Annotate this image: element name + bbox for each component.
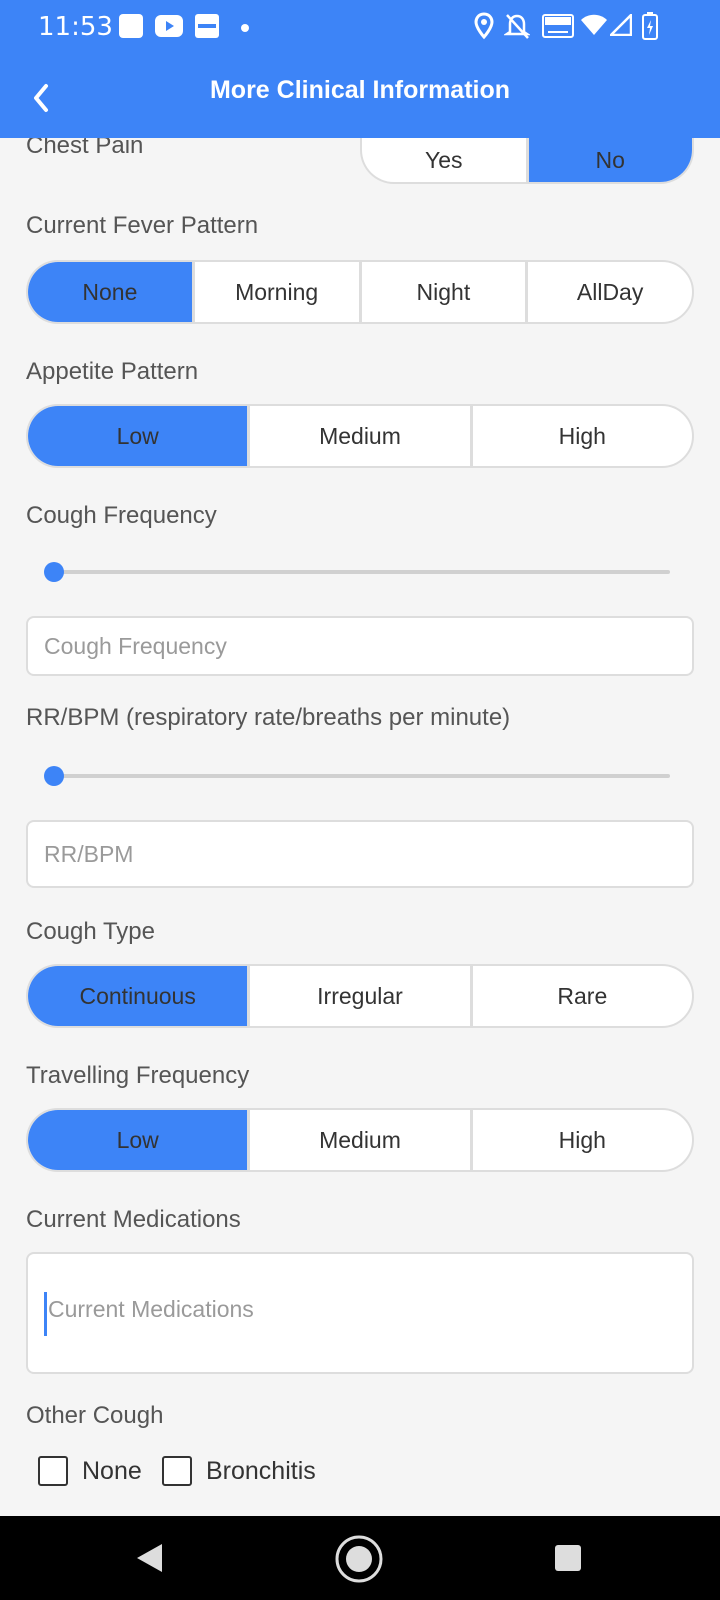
slider-track (54, 774, 670, 778)
status-bar: 11:53 (0, 0, 720, 56)
chest-pain-label: Chest Pain (26, 138, 144, 159)
notification-square-icon (118, 13, 144, 44)
appetite-pattern-label: Appetite Pattern (26, 358, 199, 385)
chest-pain-option-no[interactable]: No (525, 138, 692, 182)
rr-bpm-slider[interactable] (44, 764, 670, 788)
appetite-option-low[interactable]: Low (28, 406, 248, 466)
wifi-icon (580, 14, 608, 41)
travelling-option-medium[interactable]: Medium (247, 1110, 469, 1170)
cough-frequency-input[interactable] (26, 616, 694, 676)
signal-icon (607, 11, 633, 41)
travelling-option-high[interactable]: High (469, 1110, 692, 1170)
page-title: More Clinical Information (209, 76, 511, 104)
cough-type-option-irregular[interactable]: Irregular (247, 966, 469, 1026)
cough-type-option-continuous[interactable]: Continuous (28, 966, 248, 1026)
nav-home-icon (335, 1535, 383, 1583)
checkbox-box[interactable] (162, 1456, 192, 1486)
cough-type-toggle: Continuous Irregular Rare (26, 964, 694, 1028)
text-cursor (44, 1292, 47, 1336)
chest-pain-toggle: Yes No (360, 138, 694, 184)
current-medications-placeholder: Current Medications (48, 1296, 254, 1322)
nav-home-button[interactable] (334, 1534, 384, 1589)
rr-bpm-label: RR/BPM (respiratory rate/breaths per min… (26, 704, 511, 731)
paytm-icon (194, 13, 220, 44)
appetite-option-high[interactable]: High (469, 406, 692, 466)
other-cough-checkbox-bronchitis[interactable]: Bronchitis (162, 1456, 316, 1486)
checkbox-label: Bronchitis (206, 1456, 316, 1485)
other-cough-label: Other Cough (26, 1402, 164, 1429)
travelling-option-low[interactable]: Low (28, 1110, 248, 1170)
appetite-pattern-toggle: Low Medium High (26, 404, 694, 468)
current-medications-label: Current Medications (26, 1206, 241, 1233)
fever-option-allday[interactable]: AllDay (525, 262, 692, 322)
chest-pain-option-yes[interactable]: Yes (362, 138, 526, 182)
fever-pattern-toggle: None Morning Night AllDay (26, 260, 694, 324)
battery-icon (642, 12, 658, 45)
fever-pattern-label: Current Fever Pattern (26, 212, 259, 239)
other-cough-checkbox-none[interactable]: None (38, 1456, 142, 1486)
slider-thumb[interactable] (44, 562, 64, 582)
cough-type-option-rare[interactable]: Rare (469, 966, 692, 1026)
system-nav-bar (0, 1516, 720, 1600)
slider-thumb[interactable] (44, 766, 64, 786)
nav-recents-button[interactable] (554, 1544, 582, 1577)
current-medications-input[interactable]: Current Medications (26, 1252, 694, 1374)
form-scroll-area[interactable]: Chest Pain Yes No Current Fever Pattern … (0, 138, 720, 1516)
nav-back-icon (137, 1544, 162, 1572)
slider-track (54, 570, 670, 574)
fever-option-none[interactable]: None (28, 262, 192, 322)
fever-option-morning[interactable]: Morning (191, 262, 359, 322)
travelling-frequency-toggle: Low Medium High (26, 1108, 694, 1172)
youtube-icon (154, 14, 184, 43)
location-icon (474, 12, 494, 45)
rr-bpm-input[interactable] (26, 820, 694, 888)
app-bar: More Clinical Information (0, 56, 720, 138)
nav-recents-icon (555, 1545, 581, 1571)
fever-option-night[interactable]: Night (358, 262, 526, 322)
travelling-frequency-label: Travelling Frequency (26, 1062, 250, 1089)
checkbox-label: None (82, 1456, 142, 1485)
more-dot-icon (240, 20, 250, 38)
status-time: 11:53 (38, 12, 113, 42)
cough-type-label: Cough Type (26, 918, 155, 945)
cough-frequency-label: Cough Frequency (26, 502, 217, 529)
checkbox-box[interactable] (38, 1456, 68, 1486)
mute-icon (502, 12, 532, 45)
appetite-option-medium[interactable]: Medium (247, 406, 469, 466)
nav-back-button[interactable] (134, 1542, 164, 1579)
cough-frequency-slider[interactable] (44, 560, 670, 584)
volte-icon (542, 14, 574, 43)
